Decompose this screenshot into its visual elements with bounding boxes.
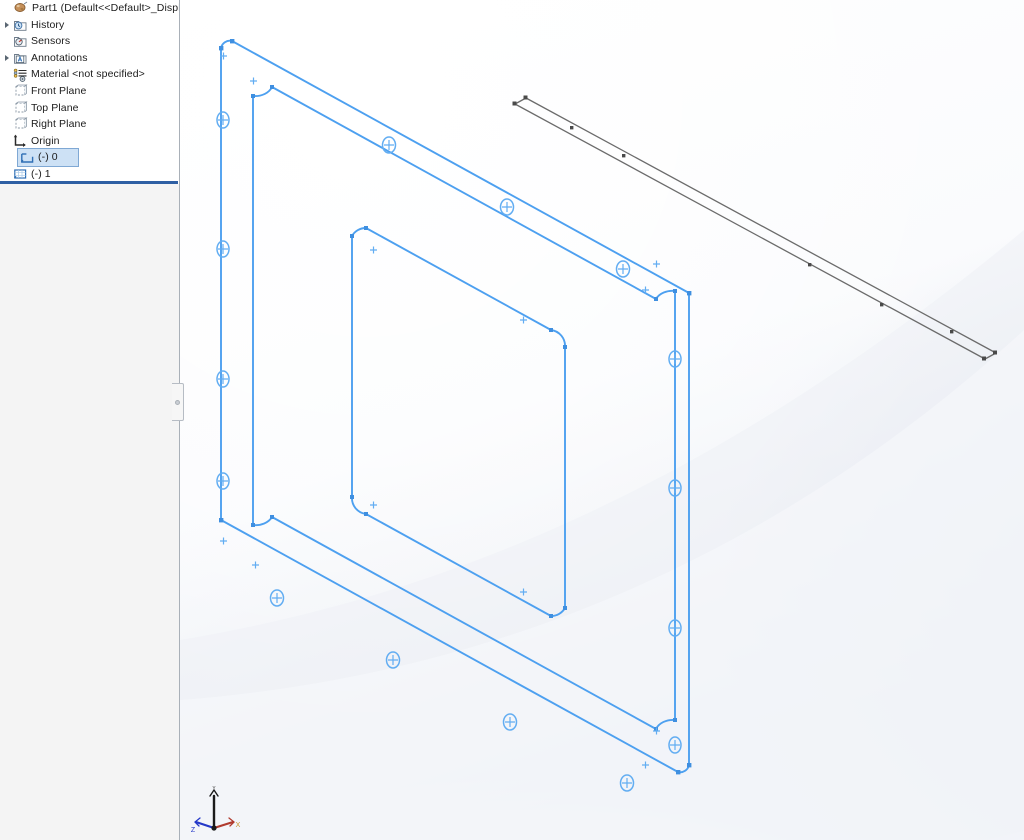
tree-panel-empty-area: [0, 184, 179, 840]
tree-item-list: History Sensors Annotations Material <not s…: [0, 17, 179, 181]
triad-x-label: X: [236, 822, 241, 829]
expander-placeholder: [2, 86, 13, 97]
outer-profile: [221, 41, 689, 773]
tree-item-label: Top Plane: [31, 103, 79, 114]
expander-placeholder: [2, 36, 13, 47]
center-window-profile: [352, 228, 565, 616]
expander-placeholder: [2, 69, 13, 80]
tree-item-history[interactable]: History: [0, 17, 179, 34]
tree-item-label: Right Plane: [31, 119, 86, 130]
tree-item-material-not-specified[interactable]: Material <not specified>: [0, 66, 179, 83]
plane-edge-sketch[interactable]: [513, 96, 998, 361]
tree-item-right-plane[interactable]: Right Plane: [0, 116, 179, 133]
feature-tree-panel: Part1 (Default<<Default>_Display State H…: [0, 0, 180, 840]
tree-item-part-root[interactable]: Part1 (Default<<Default>_Display State: [0, 0, 179, 17]
expander-placeholder: [3, 3, 14, 14]
tree-item-label: Sensors: [31, 36, 70, 47]
plane-icon: [13, 101, 28, 115]
expander-arrow-icon[interactable]: [2, 53, 13, 64]
triad-z-label: Z: [191, 827, 196, 834]
panel-splitter-handle[interactable]: [172, 383, 184, 421]
inner-frame-profile: [253, 87, 675, 729]
tree-item-label: History: [31, 20, 64, 31]
part-icon: [14, 1, 29, 15]
history-icon: [13, 18, 28, 32]
triad-y-label: Y: [212, 786, 216, 792]
tree-item-label: (-) 0: [38, 152, 58, 163]
triad-origin-node: [211, 825, 216, 830]
tree-item-origin[interactable]: Origin: [0, 133, 179, 150]
cad-sketch-geometry[interactable]: [180, 0, 1024, 840]
tree-item-front-plane[interactable]: Front Plane: [0, 83, 179, 100]
tree-item-label: Annotations: [31, 53, 88, 64]
tree-item-label: Front Plane: [31, 86, 86, 97]
graphics-viewport[interactable]: Y X Z: [180, 0, 1024, 840]
sensors-icon: [13, 34, 28, 48]
feature-tree[interactable]: Part1 (Default<<Default>_Display State H…: [0, 0, 179, 181]
tree-item-sensors[interactable]: Sensors: [0, 33, 179, 50]
flat-pattern-sketch[interactable]: [221, 41, 689, 773]
part-root-label: Part1 (Default<<Default>_Display State: [32, 3, 179, 14]
splitter-dot-icon: [175, 400, 180, 405]
tree-item-label: Material <not specified>: [31, 69, 145, 80]
tree-item-1[interactable]: (-) 1: [0, 166, 179, 181]
expander-placeholder: [2, 136, 13, 147]
expander-placeholder: [2, 169, 13, 180]
tree-item-label: Origin: [31, 136, 60, 147]
expander-placeholder: [2, 102, 13, 113]
plane-icon: [13, 117, 28, 131]
expander-placeholder: [2, 119, 13, 130]
mounting-holes[interactable]: [217, 112, 681, 791]
coordinate-triad: Y X Z: [188, 786, 244, 838]
tree-item-label: (-) 1: [31, 169, 51, 180]
solidworks-window: Part1 (Default<<Default>_Display State H…: [0, 0, 1024, 840]
expander-arrow-icon[interactable]: [2, 19, 13, 30]
material-icon: [13, 68, 28, 82]
tree-item-top-plane[interactable]: Top Plane: [0, 100, 179, 117]
tree-item-annotations[interactable]: Annotations: [0, 50, 179, 67]
arc-center-markers: [220, 53, 660, 769]
sketch-icon: [20, 151, 35, 165]
origin-icon: [13, 134, 28, 148]
annotations-icon: [13, 51, 28, 65]
plane-icon: [13, 84, 28, 98]
sketch3d-icon: [13, 167, 28, 181]
tree-item-0[interactable]: (-) 0: [18, 149, 78, 166]
